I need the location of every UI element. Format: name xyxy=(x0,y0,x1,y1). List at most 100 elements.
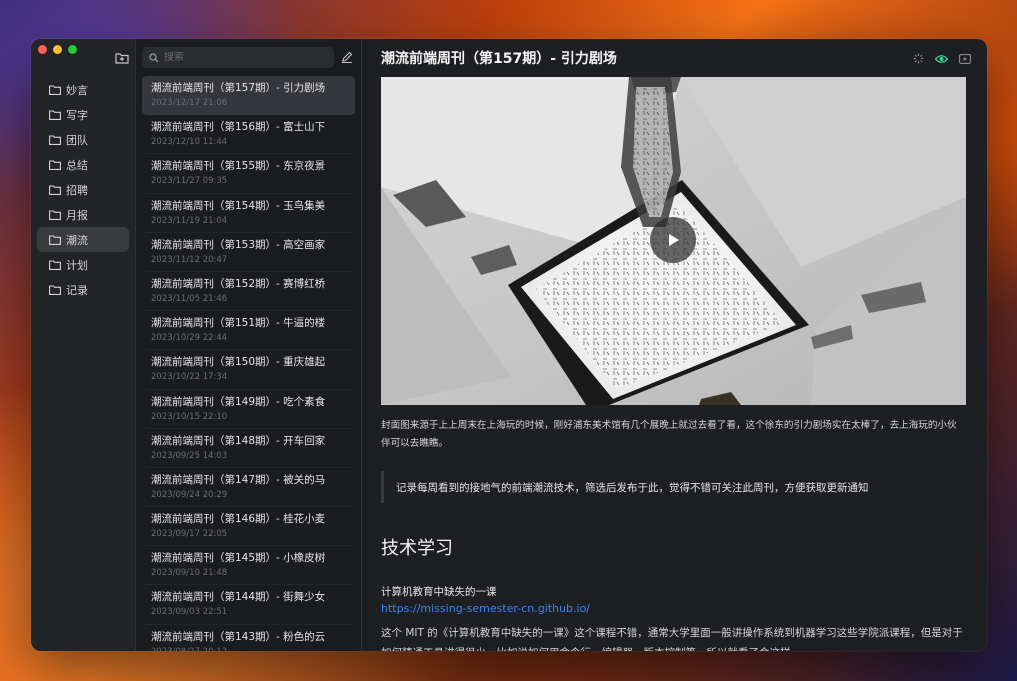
course-description: 这个 MIT 的《计算机教育中缺失的一课》这个课程不错，通常大学里面一般讲操作系… xyxy=(381,627,963,651)
folder-icon xyxy=(49,159,61,170)
folder-icon xyxy=(49,259,61,270)
note-item-date: 2023/09/10 21:48 xyxy=(151,568,228,579)
folder-list: 妙言写字团队总结招聘月报潮流计划记录 xyxy=(37,77,129,302)
folder-icon xyxy=(49,134,61,145)
folder-label: 团队 xyxy=(66,133,88,147)
sidebar-folder[interactable]: 招聘 xyxy=(37,177,129,202)
note-item-date: 2023/09/24 20:29 xyxy=(151,489,228,500)
note-item-title: 潮流前端周刊（第155期）- 东京夜景 xyxy=(151,160,326,173)
note-item-title: 潮流前端周刊（第156期）- 富士山下 xyxy=(151,121,326,134)
note-item-date: 2023/10/22 17:34 xyxy=(151,372,228,383)
note-list-item[interactable]: 潮流前端周刊（第146期）- 桂花小麦 2023/09/17 22:05 xyxy=(142,507,355,547)
note-item-date: 2023/10/29 22:44 xyxy=(151,333,228,344)
folder-icon xyxy=(49,84,61,95)
zoom-window-button[interactable] xyxy=(68,45,77,54)
cover-caption: 封面图来源于上上周末在上海玩的时候，刚好浦东美术馆有几个展晚上就过去看了看，这个… xyxy=(381,420,957,449)
folder-icon xyxy=(49,109,61,120)
sparkle-icon[interactable] xyxy=(913,53,924,64)
note-list-item[interactable]: 潮流前端周刊（第148期）- 开车回家 2023/09/25 14:03 xyxy=(142,429,355,468)
folder-icon xyxy=(49,209,61,220)
search-input[interactable] xyxy=(164,52,324,63)
sidebar-folder[interactable]: 总结 xyxy=(37,152,129,177)
eye-icon[interactable] xyxy=(935,54,948,64)
window-controls xyxy=(38,45,77,54)
sub-heading: 计算机教育中缺失的一课 xyxy=(381,586,497,598)
note-item-date: 2023/11/19 21:04 xyxy=(151,215,228,226)
blockquote: 记录每周看到的接地气的前端潮流技术，筛选后发布于此，觉得不错可关注此周刊，方便获… xyxy=(381,471,966,503)
note-item-title: 潮流前端周刊（第143期）- 粉色的云 xyxy=(151,630,326,643)
play-box-icon[interactable] xyxy=(959,53,971,64)
note-item-title: 潮流前端周刊（第150期）- 重庆雄起 xyxy=(151,356,326,369)
cover-image xyxy=(381,77,966,405)
note-list-item[interactable]: 潮流前端周刊（第144期）- 街舞少女 2023/09/03 22:51 xyxy=(142,585,355,625)
play-video-button[interactable] xyxy=(650,217,696,263)
search-box[interactable] xyxy=(142,47,334,68)
note-list-item[interactable]: 潮流前端周刊（第154期）- 玉鸟集美 2023/11/19 21:04 xyxy=(142,194,355,233)
sidebar-folder[interactable]: 记录 xyxy=(37,277,129,302)
note-list-item[interactable]: 潮流前端周刊（第156期）- 富士山下 2023/12/10 11:44 xyxy=(142,115,355,155)
folder-label: 写字 xyxy=(66,108,88,122)
folder-label: 潮流 xyxy=(66,233,88,247)
note-item-title: 潮流前端周刊（第148期）- 开车回家 xyxy=(151,434,326,447)
note-list-item[interactable]: 潮流前端周刊（第147期）- 被关的马 2023/09/24 20:29 xyxy=(142,468,355,508)
folder-label: 总结 xyxy=(66,158,88,172)
sidebar-folder[interactable]: 潮流 xyxy=(37,227,129,252)
note-item-date: 2023/09/03 22:51 xyxy=(151,607,228,618)
sidebar-folder[interactable]: 团队 xyxy=(37,127,129,152)
note-item-date: 2023/12/17 21:06 xyxy=(151,98,228,108)
note-item-date: 2023/12/10 11:44 xyxy=(151,137,228,148)
content-header: 潮流前端周刊（第157期）- 引力剧场 xyxy=(362,39,987,77)
note-item-date: 2023/11/05 21:46 xyxy=(151,293,228,304)
note-list-item[interactable]: 潮流前端周刊（第143期）- 粉色的云 2023/08/27 20:12 xyxy=(142,625,355,651)
note-list: 潮流前端周刊（第157期）- 引力剧场 2023/12/17 21:06 潮流前端周… xyxy=(142,76,355,651)
folder-icon xyxy=(49,234,61,245)
note-item-title: 潮流前端周刊（第154期）- 玉鸟集美 xyxy=(151,199,326,212)
note-list-item[interactable]: 潮流前端周刊（第150期）- 重庆雄起 2023/10/22 17:34 xyxy=(142,350,355,390)
folder-label: 记录 xyxy=(66,283,88,297)
search-icon xyxy=(149,52,159,62)
note-list-item[interactable]: 潮流前端周刊（第151期）- 牛逼的楼 2023/10/29 22:44 xyxy=(142,311,355,351)
note-item-date: 2023/11/12 20:47 xyxy=(151,254,228,265)
note-item-title: 潮流前端周刊（第157期）- 引力剧场 xyxy=(151,82,326,94)
note-item-date: 2023/10/15 22:10 xyxy=(151,411,228,422)
note-item-title: 潮流前端周刊（第147期）- 被关的马 xyxy=(151,473,326,486)
folder-plus-icon[interactable] xyxy=(115,52,129,64)
folder-icon xyxy=(49,184,61,195)
folder-label: 妙言 xyxy=(66,83,88,97)
note-item-title: 潮流前端周刊（第146期）- 桂花小麦 xyxy=(151,513,326,526)
sidebar-folder[interactable]: 妙言 xyxy=(37,77,129,102)
sidebar-folder[interactable]: 写字 xyxy=(37,102,129,127)
app-window: 妙言写字团队总结招聘月报潮流计划记录 潮流前端周刊（第157期）- 引力剧场 20… xyxy=(31,39,987,651)
note-item-date: 2023/08/27 20:12 xyxy=(151,646,346,651)
note-item-title: 潮流前端周刊（第149期）- 吃个素食 xyxy=(151,395,326,408)
section-heading: 技术学习 xyxy=(381,538,453,559)
note-content: 潮流前端周刊（第157期）- 引力剧场 封面图来源于上上周末在上海玩的时候，刚好… xyxy=(362,39,987,651)
note-list-item[interactable]: 潮流前端周刊（第155期）- 东京夜景 2023/11/27 09:35 xyxy=(142,154,355,194)
course-link[interactable]: https://missing-semester-cn.github.io/ xyxy=(381,602,590,615)
sidebar: 妙言写字团队总结招聘月报潮流计划记录 xyxy=(31,39,136,651)
note-list-item[interactable]: 潮流前端周刊（第157期）- 引力剧场 2023/12/17 21:06 xyxy=(142,76,355,116)
note-item-title: 潮流前端周刊（第153期）- 高空画家 xyxy=(151,238,326,251)
note-list-item[interactable]: 潮流前端周刊（第153期）- 高空画家 2023/11/12 20:47 xyxy=(142,233,355,272)
note-list-item[interactable]: 潮流前端周刊（第149期）- 吃个素食 2023/10/15 22:10 xyxy=(142,390,355,429)
note-item-date: 2023/09/25 14:03 xyxy=(151,450,228,461)
note-item-title: 潮流前端周刊（第151期）- 牛逼的楼 xyxy=(151,317,326,330)
sidebar-folder[interactable]: 计划 xyxy=(37,252,129,277)
folder-label: 月报 xyxy=(66,208,88,222)
note-list-item[interactable]: 潮流前端周刊（第145期）- 小橡皮树 2023/09/10 21:48 xyxy=(142,546,355,586)
note-title: 潮流前端周刊（第157期）- 引力剧场 xyxy=(381,51,617,67)
compose-icon[interactable] xyxy=(341,51,353,63)
note-item-date: 2023/11/27 09:35 xyxy=(151,176,228,187)
note-list-panel: 潮流前端周刊（第157期）- 引力剧场2023/12/17 21:06潮流前端周… xyxy=(136,39,362,651)
play-icon xyxy=(669,234,679,246)
note-item-title: 潮流前端周刊（第144期）- 街舞少女 xyxy=(151,591,326,604)
note-item-title: 潮流前端周刊（第152期）- 赛博红桥 xyxy=(151,277,326,290)
note-item-date: 2023/09/17 22:05 xyxy=(151,529,228,540)
folder-label: 招聘 xyxy=(66,183,88,197)
note-list-item[interactable]: 潮流前端周刊（第152期）- 赛博红桥 2023/11/05 21:46 xyxy=(142,272,355,312)
folder-icon xyxy=(49,284,61,295)
close-window-button[interactable] xyxy=(38,45,47,54)
note-item-title: 潮流前端周刊（第145期）- 小橡皮树 xyxy=(151,552,326,565)
minimize-window-button[interactable] xyxy=(53,45,62,54)
sidebar-folder[interactable]: 月报 xyxy=(37,202,129,227)
